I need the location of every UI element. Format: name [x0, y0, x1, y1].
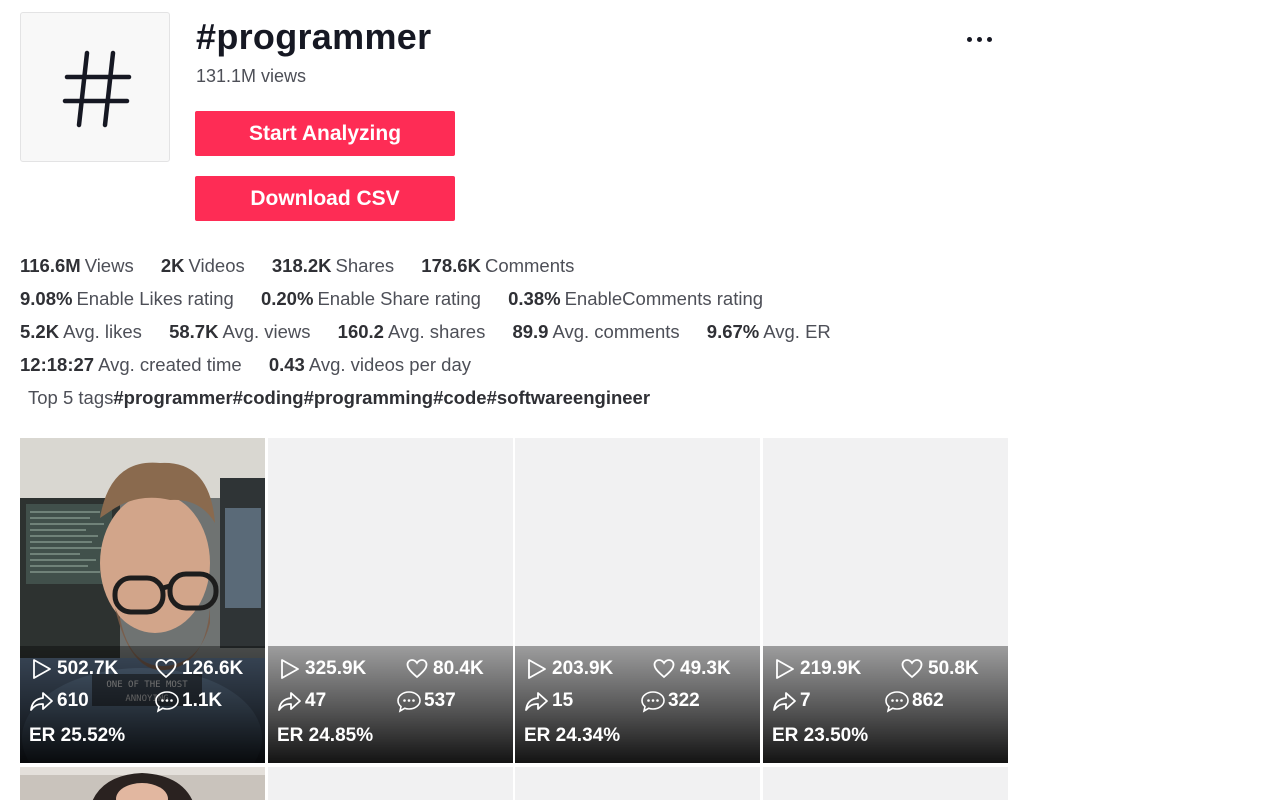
stats-row-averages: 5.2K Avg. likes 58.7K Avg. views 160.2 Avg.… [20, 318, 853, 351]
more-options-button[interactable] [962, 26, 998, 54]
tag-link[interactable]: #softwareengineer [487, 387, 650, 408]
top-tags-label: Top 5 tags [28, 387, 114, 408]
engagement-rate: ER 24.85% [277, 725, 374, 746]
stat-avg-er: 9.67% Avg. ER [706, 321, 831, 342]
stats-row-rates: 9.08% Enable Likes rating 0.20% Enable Sha… [20, 285, 853, 318]
page-title: #programmer [196, 16, 432, 57]
engagement-rate: ER 23.50% [772, 725, 869, 746]
engagement-rate: ER 24.34% [524, 725, 621, 746]
video-card[interactable] [763, 767, 1008, 800]
start-analyzing-button[interactable]: Start Analyzing [195, 111, 455, 156]
share-icon [30, 692, 53, 711]
more-horizontal-icon [967, 37, 972, 42]
video-thumbnail [20, 767, 265, 800]
stat-share-rating: 0.20% Enable Share rating [260, 288, 481, 309]
hashtag-icon [62, 50, 132, 128]
stat-avg-videos-per-day: 0.43 Avg. videos per day [268, 354, 471, 375]
play-icon [776, 659, 794, 679]
comment-icon [155, 691, 179, 713]
tag-link[interactable]: #coding [233, 387, 304, 408]
play-icon [33, 659, 51, 679]
engagement-rate: ER 25.52% [29, 725, 126, 746]
stat-likes-rating: 9.08% Enable Likes rating [20, 288, 234, 309]
stats-panel: 116.6M Views 2K Videos 318.2K Shares 178.6K… [20, 252, 853, 417]
heart-icon [653, 659, 675, 679]
play-icon [281, 659, 299, 679]
video-card[interactable]: 219.9K 50.8K 7 862 ER 23.50% [763, 438, 1008, 763]
video-card[interactable]: 325.9K 80.4K 47 537 ER 24.85% [268, 438, 513, 763]
video-card[interactable]: ONE OF THE MOST ANNOYING 502.7K 126.6K 6… [20, 438, 265, 763]
stat-videos: 2K Videos [160, 255, 245, 276]
comment-icon [641, 691, 665, 713]
video-card[interactable]: 203.9K 49.3K 15 322 ER 24.34% [515, 438, 760, 763]
comment-icon [397, 691, 421, 713]
comment-icon [885, 691, 909, 713]
video-card[interactable] [268, 767, 513, 800]
stat-avg-shares: 160.2 Avg. shares [337, 321, 486, 342]
play-icon [528, 659, 546, 679]
heart-icon [406, 659, 428, 679]
stat-views: 116.6M Views [20, 255, 134, 276]
share-icon [773, 692, 796, 711]
top-tags: Top 5 tags#programmer#coding#programming… [20, 384, 853, 417]
stat-comments: 178.6K Comments [421, 255, 575, 276]
heart-icon [155, 659, 177, 679]
stat-avg-likes: 5.2K Avg. likes [20, 321, 142, 342]
tag-link[interactable]: #programming [304, 387, 434, 408]
share-icon [278, 692, 301, 711]
view-count: 131.1M views [196, 66, 307, 86]
stat-comments-rating: 0.38% EnableComments rating [508, 288, 764, 309]
download-csv-button[interactable]: Download CSV [195, 176, 455, 221]
video-card[interactable] [515, 767, 760, 800]
tag-link[interactable]: #programmer [113, 387, 232, 408]
stats-row-totals: 116.6M Views 2K Videos 318.2K Shares 178.6K… [20, 252, 853, 285]
stat-shares: 318.2K Shares [271, 255, 395, 276]
stat-avg-comments: 89.9 Avg. comments [512, 321, 680, 342]
hashtag-avatar [20, 12, 170, 162]
share-icon [525, 692, 548, 711]
stats-row-timing: 12:18:27 Avg. created time 0.43 Avg. video… [20, 351, 853, 384]
heart-icon [901, 659, 923, 679]
video-card[interactable] [20, 767, 265, 800]
tag-link[interactable]: #code [433, 387, 486, 408]
stat-avg-views: 58.7K Avg. views [169, 321, 311, 342]
stat-avg-created-time: 12:18:27 Avg. created time [20, 354, 242, 375]
